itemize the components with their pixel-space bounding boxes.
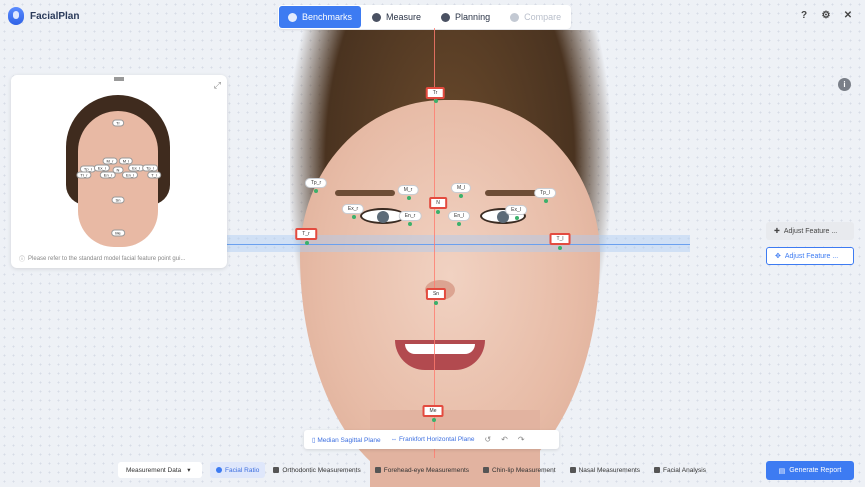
tab-orthodontic-label: Orthodontic Measurements [282,466,361,474]
ref-landmark-tr-r: Tr_r [76,171,92,179]
landmark-dot [457,222,461,226]
landmark-dot [407,196,411,200]
ref-landmark-m-l: M_l [118,157,134,165]
measurement-tabs: Facial Ratio Orthodontic Measurements Fo… [210,462,712,478]
landmark-sn[interactable]: Sn [425,288,447,300]
frankfort-horizontal-line [226,244,690,245]
plane-icon: ⇔ [390,436,398,443]
chin-icon [483,467,489,473]
plane-icon: ▯ [312,436,316,444]
gear-icon[interactable]: ⚙ [821,10,831,21]
frankfort-plane-toggle[interactable]: ⇔ Frankfort Horizontal Plane [391,436,475,443]
reference-face-image: Tr Tp_r Tr_r Ex_r En_r M_r N M_l En_l Ex… [66,95,170,247]
landmark-ex-r[interactable]: Ex_r [341,204,365,214]
landmark-dot [408,222,412,226]
reference-face [78,111,158,247]
redo-icon[interactable]: ↷ [518,435,525,444]
tab-chin-lip-label: Chin-lip Measurement [492,466,556,474]
landmark-dot [432,418,436,422]
landmark-dot [544,199,548,203]
landmark-m-l[interactable]: M_l [450,183,472,193]
adjust-feature-button-2[interactable]: ✥ Adjust Feature ... [766,247,854,265]
reference-note-text: Please refer to the standard model facia… [28,255,186,262]
ref-landmark-t-l: T_l [147,171,161,179]
plane-toolbar: ▯ Median Sagittal Plane ⇔ Frankfort Hori… [304,430,559,449]
reference-note: ⓘ Please refer to the standard model fac… [19,254,186,264]
info-icon[interactable]: i [838,78,851,91]
report-icon: ▤ [778,467,786,475]
landmark-dot [558,246,562,250]
landmark-tr[interactable]: Tr [425,87,445,99]
measurement-data-dropdown[interactable]: Measurement Data ▾ [118,462,202,478]
median-plane-label: Median Sagittal Plane [317,436,381,444]
tab-nasal-label: Nasal Measurements [578,466,641,474]
frankfort-plane-label: Frankfort Horizontal Plane [398,436,475,443]
facialplan-logo-icon [8,7,24,25]
tab-orthodontic-measurements[interactable]: Orthodontic Measurements [267,462,366,478]
eye-icon [374,467,381,473]
adjust-feature-button-1[interactable]: ✚ Adjust Feature ... [766,222,854,240]
close-icon[interactable]: ✕ [843,10,853,21]
tab-facial-analysis[interactable]: Facial Analysis [648,462,712,478]
tab-forehead-eye-measurements[interactable]: Forehead-eye Measurements [369,462,475,478]
landmark-en-r[interactable]: En_r [398,211,422,221]
generate-report-label: Generate Report [789,467,842,474]
app-name: FacialPlan [30,10,80,22]
reset-icon[interactable]: ↺ [484,435,491,444]
nose-icon [569,467,576,473]
window-controls: ? ⚙ ✕ [799,10,853,21]
landmark-dot [305,241,309,245]
landmark-n[interactable]: N [429,197,447,209]
panel-drag-handle-icon[interactable] [114,77,124,79]
ref-landmark-tp-l: Tp_l [142,164,158,172]
landmark-tp-l[interactable]: Tp_l [534,188,556,198]
adjust-feature-label-1: Adjust Feature ... [783,227,838,235]
right-eyebrow [335,190,395,196]
landmark-dot [436,210,440,214]
adjust-feature-label-2: Adjust Feature ... [784,252,839,260]
tab-chin-lip-measurement[interactable]: Chin-lip Measurement [477,462,562,478]
landmark-icon [216,467,222,473]
landmark-t-l[interactable]: T_l [549,233,571,245]
move-cross-icon: ✥ [775,253,781,260]
ref-landmark-me: Me [111,229,125,237]
reference-model-panel: ⤢ Tr Tp_r Tr_r Ex_r En_r M_r N M_l En_l … [11,75,227,268]
ref-landmark-en-l: En_l [121,171,139,179]
ref-landmark-sn: Sn [111,196,125,204]
info-circle-icon: ⓘ [19,257,26,263]
face-3d-view[interactable] [230,20,700,487]
measurement-data-label: Measurement Data [126,466,182,474]
ruler-icon [273,467,280,473]
landmark-dot [434,301,438,305]
tab-forehead-eye-label: Forehead-eye Measurements [383,466,469,474]
landmark-dot [314,189,318,193]
tab-nasal-measurements[interactable]: Nasal Measurements [564,462,646,478]
landmark-dot [434,99,438,103]
landmark-t-r[interactable]: T_r [295,228,317,240]
undo-icon[interactable]: ↶ [501,435,508,444]
ref-landmark-ex-r: Ex_r [93,164,111,172]
face-analysis-icon [654,467,661,473]
tab-facial-analysis-label: Facial Analysis [663,466,707,474]
median-plane-toggle[interactable]: ▯ Median Sagittal Plane [312,436,381,444]
landmark-tp-r[interactable]: Tp_r [304,178,328,188]
bottom-bar: Measurement Data ▾ Facial Ratio Orthodon… [0,458,865,487]
ref-landmark-m-r: M_r [102,157,118,165]
landmark-en-l[interactable]: En_l [447,211,471,221]
landmark-dot [515,216,519,220]
ref-landmark-tr: Tr [112,119,124,127]
landmark-ex-l[interactable]: Ex_l [505,205,527,215]
landmark-dot [352,215,356,219]
help-icon[interactable]: ? [799,10,809,21]
landmark-m-r[interactable]: M_r [397,185,419,195]
app-logo: FacialPlan [8,7,79,25]
chevron-down-icon: ▾ [187,467,191,474]
landmark-dot [459,194,463,198]
tab-facial-ratio-label: Facial Ratio [225,466,260,474]
expand-icon[interactable]: ⤢ [214,80,221,91]
landmark-me[interactable]: Me [422,405,444,417]
generate-report-button[interactable]: ▤ Generate Report [766,461,854,480]
plus-icon: ✚ [774,228,780,235]
tab-facial-ratio[interactable]: Facial Ratio [210,462,266,478]
